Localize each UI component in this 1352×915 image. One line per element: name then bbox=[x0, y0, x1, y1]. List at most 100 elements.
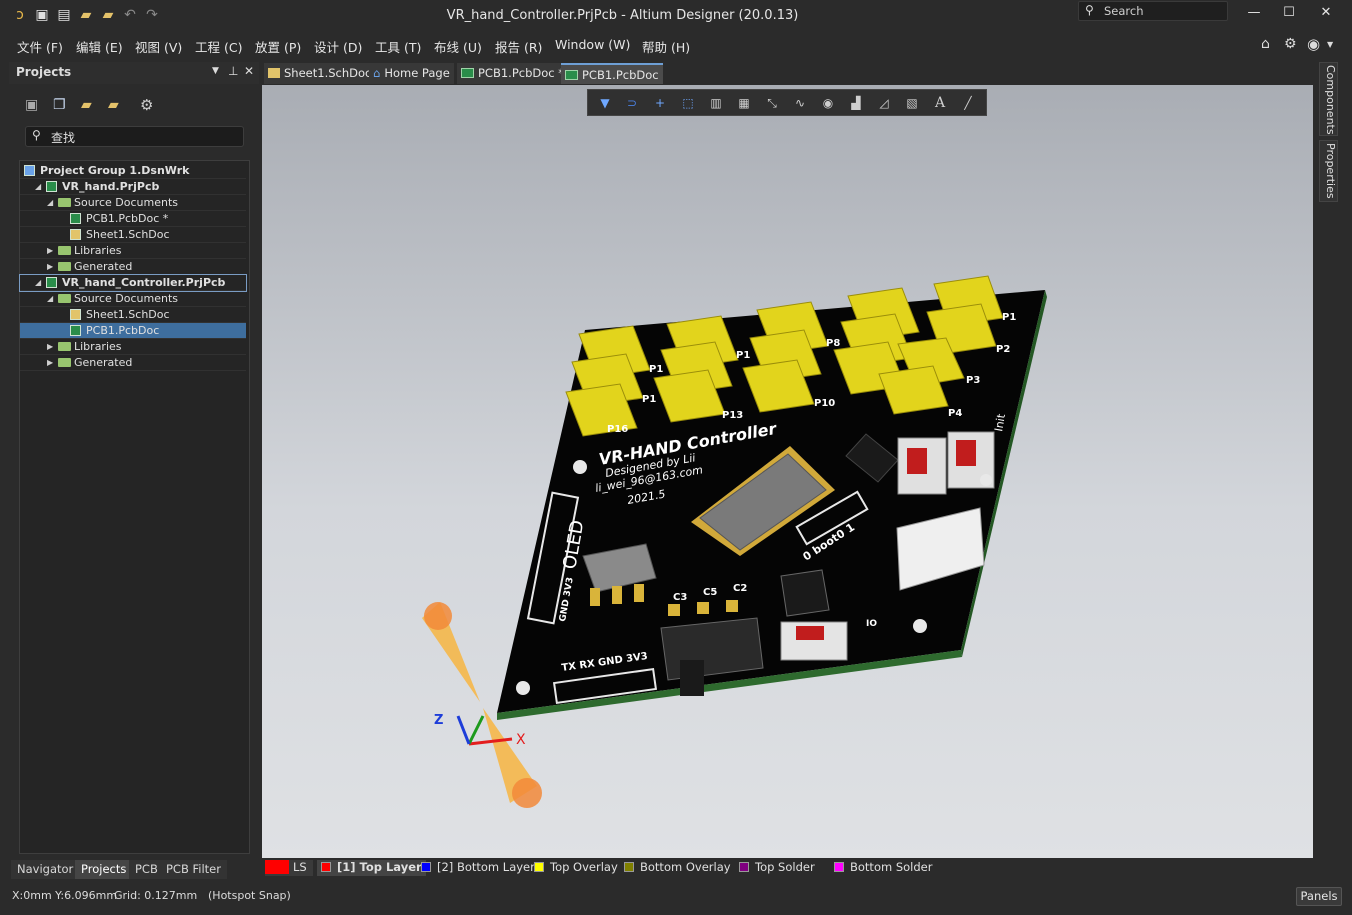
z-axis-label: Z bbox=[434, 713, 443, 728]
tree-item-label: Sheet1.SchDoc bbox=[86, 308, 170, 321]
polygon-icon[interactable]: ▟ bbox=[848, 95, 864, 111]
schematic-doc-icon bbox=[70, 229, 81, 240]
snap-icon[interactable]: ⊃ bbox=[624, 95, 640, 111]
tree-item[interactable]: PCB1.PcbDoc * bbox=[20, 211, 246, 227]
sop-chip bbox=[780, 569, 830, 617]
tab-properties[interactable]: Properties bbox=[1319, 140, 1338, 202]
regulator-pin bbox=[590, 588, 600, 606]
schematic-doc-icon bbox=[268, 68, 280, 78]
layer-tab[interactable]: Bottom Overlay bbox=[620, 860, 735, 876]
panel-menu-icon[interactable]: ▼ bbox=[212, 66, 219, 76]
projects-toolbar: ▣ ❐ ▰ ▰ ⚙ bbox=[9, 94, 259, 118]
select-rect-icon[interactable]: ⬚ bbox=[680, 95, 696, 111]
add-icon[interactable]: + bbox=[652, 95, 668, 111]
tab-navigator[interactable]: Navigator bbox=[11, 860, 80, 879]
line-icon[interactable]: ◿ bbox=[876, 95, 892, 111]
cap-label: C3 bbox=[673, 592, 687, 603]
doc-tab-pcb-active[interactable]: PCB1.PcbDoc bbox=[561, 63, 663, 84]
maximize-button[interactable]: ☐ bbox=[1273, 2, 1305, 22]
doc-tab-pcb-vr-hand[interactable]: PCB1.PcbDoc * bbox=[457, 63, 569, 84]
panel-close-icon[interactable]: ✕ bbox=[244, 64, 254, 78]
expand-arrow-icon[interactable]: ▶ bbox=[47, 262, 53, 271]
expand-arrow-icon[interactable]: ▶ bbox=[47, 342, 53, 351]
align-icon[interactable]: ▥ bbox=[708, 95, 724, 111]
expand-arrow-icon[interactable]: ▶ bbox=[47, 358, 53, 367]
tree-item[interactable]: Project Group 1.DsnWrk bbox=[20, 163, 246, 179]
tab-pcb-filter[interactable]: PCB Filter bbox=[160, 860, 227, 879]
project-icon bbox=[46, 277, 57, 288]
collapse-arrow-icon[interactable]: ◢ bbox=[47, 294, 53, 303]
minimize-button[interactable]: — bbox=[1238, 2, 1270, 22]
window-title: VR_hand_Controller.PrjPcb - Altium Desig… bbox=[446, 8, 799, 23]
close-button[interactable]: ✕ bbox=[1310, 2, 1342, 22]
layer-tab[interactable]: Top Solder bbox=[735, 860, 819, 876]
collapse-arrow-icon[interactable]: ◢ bbox=[35, 278, 41, 287]
doc-tab-home[interactable]: ⌂ Home Page bbox=[369, 63, 454, 84]
gear-icon[interactable]: ⚙ bbox=[1284, 36, 1297, 52]
tree-item[interactable]: ▶ Libraries bbox=[20, 243, 246, 259]
open-folder-icon[interactable]: ▰ bbox=[108, 97, 119, 113]
layer-tab[interactable]: [2] Bottom Layer bbox=[417, 860, 539, 876]
filter-icon[interactable]: ▼ bbox=[597, 95, 613, 111]
tree-item[interactable]: Sheet1.SchDoc bbox=[20, 307, 246, 323]
tab-pcb[interactable]: PCB bbox=[129, 860, 164, 879]
home-icon[interactable]: ⌂ bbox=[1261, 36, 1270, 52]
gizmo-cone-upper-cap bbox=[424, 602, 452, 630]
menu-route[interactable]: 布线 (U) bbox=[434, 37, 482, 56]
tree-item[interactable]: Sheet1.SchDoc bbox=[20, 227, 246, 243]
tree-item[interactable]: ▶ Libraries bbox=[20, 339, 246, 355]
tab-components[interactable]: Components bbox=[1319, 62, 1338, 136]
project-search-input[interactable]: ⚲ 查找 bbox=[25, 126, 244, 147]
menu-reports[interactable]: 报告 (R) bbox=[495, 37, 542, 56]
tree-item[interactable]: ▶ Generated bbox=[20, 355, 246, 371]
expand-arrow-icon[interactable]: ▶ bbox=[47, 246, 53, 255]
layer-tab[interactable]: [1] Top Layer bbox=[317, 860, 426, 876]
component-icon[interactable]: ▦ bbox=[736, 95, 752, 111]
tree-item[interactable]: ◢ VR_hand_Controller.PrjPcb bbox=[19, 274, 247, 292]
collapse-arrow-icon[interactable]: ◢ bbox=[47, 198, 53, 207]
user-dropdown-icon[interactable]: ▼ bbox=[1327, 40, 1333, 49]
projects-panel-header: Projects ▼ ⊥ ✕ bbox=[9, 62, 259, 84]
menu-design[interactable]: 设计 (D) bbox=[314, 37, 362, 56]
text-icon[interactable]: A bbox=[932, 95, 948, 111]
tree-item[interactable]: ◢ Source Documents bbox=[20, 291, 246, 307]
z-axis bbox=[456, 715, 471, 745]
tree-item[interactable]: ◢ Source Documents bbox=[20, 195, 246, 211]
menu-view[interactable]: 视图 (V) bbox=[135, 37, 182, 56]
menu-place[interactable]: 放置 (P) bbox=[255, 37, 301, 56]
layer-tab[interactable]: Bottom Solder bbox=[830, 860, 936, 876]
dimension-icon[interactable]: ▧ bbox=[904, 95, 920, 111]
save-project-icon[interactable]: ▣ bbox=[25, 97, 38, 113]
layer-tab-label: [2] Bottom Layer bbox=[437, 860, 535, 874]
connector-label: P1 bbox=[642, 394, 656, 405]
menu-edit[interactable]: 编辑 (E) bbox=[76, 37, 123, 56]
diff-pair-icon[interactable]: ∿ bbox=[792, 95, 808, 111]
tree-item[interactable]: ▶ Generated bbox=[20, 259, 246, 275]
find-file-icon[interactable]: ▰ bbox=[81, 97, 92, 113]
menu-project[interactable]: 工程 (C) bbox=[195, 37, 242, 56]
menu-tools[interactable]: 工具 (T) bbox=[375, 37, 421, 56]
switch-knob bbox=[680, 660, 704, 696]
tree-item[interactable]: ◢ VR_hand.PrjPcb bbox=[20, 179, 246, 195]
layer-set-tab[interactable]: LS bbox=[265, 860, 313, 876]
snap-mode: (Hotspot Snap) bbox=[208, 889, 291, 902]
doc-tab-sheet1[interactable]: Sheet1.SchDoc bbox=[264, 63, 376, 84]
copy-icon[interactable]: ❐ bbox=[53, 97, 66, 113]
collapse-arrow-icon[interactable]: ◢ bbox=[35, 182, 41, 191]
layer-color-swatch bbox=[834, 862, 844, 872]
arc-icon[interactable]: ╱ bbox=[960, 95, 976, 111]
menu-file[interactable]: 文件 (F) bbox=[17, 37, 63, 56]
via-icon[interactable]: ◉ bbox=[820, 95, 836, 111]
user-icon[interactable]: ◉ bbox=[1307, 35, 1320, 53]
pin-icon[interactable]: ⊥ bbox=[228, 64, 238, 78]
tab-projects[interactable]: Projects bbox=[75, 860, 133, 879]
panels-button[interactable]: Panels bbox=[1296, 887, 1342, 906]
menu-window[interactable]: Window (W) bbox=[555, 37, 630, 52]
pcb-3d-view[interactable]: VR-HAND Controller Desigened by Lii li_w… bbox=[262, 85, 1313, 858]
layer-tab[interactable]: Top Overlay bbox=[530, 860, 622, 876]
menu-help[interactable]: 帮助 (H) bbox=[642, 37, 690, 56]
options-gear-icon[interactable]: ⚙ bbox=[140, 96, 153, 114]
global-search-input[interactable]: ⚲ Search bbox=[1078, 1, 1228, 21]
tree-item[interactable]: PCB1.PcbDoc bbox=[20, 323, 246, 339]
route-icon[interactable]: ⤡ bbox=[764, 95, 780, 111]
